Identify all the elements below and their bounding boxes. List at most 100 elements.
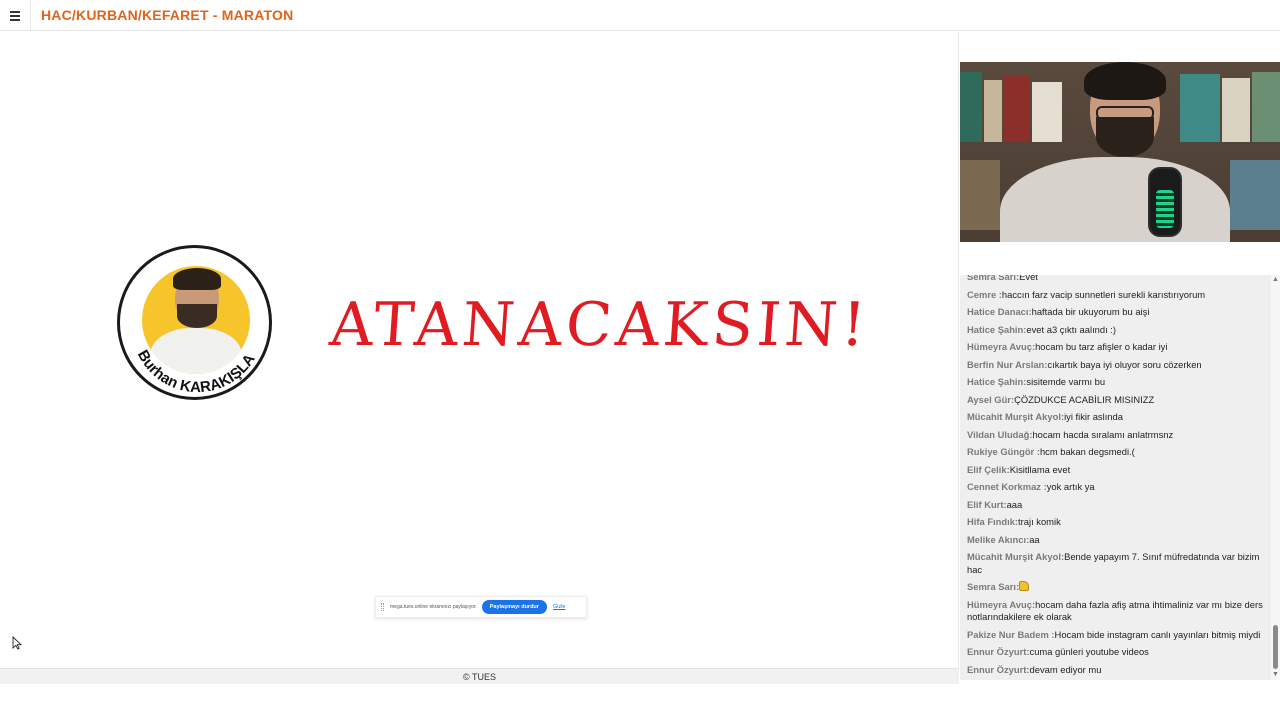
chat-username: Berfin Nur Arslan <box>967 358 1045 370</box>
chat-message: Hümeyra Avuç:hocam bu tarz afişler o kad… <box>960 339 1271 357</box>
chat-message: Vildan Uludağ:hocam hacda sıralamı anlat… <box>960 427 1271 445</box>
screen-share-bar: mega.tues.online ekranınızı paylaşıyor. … <box>375 596 587 618</box>
chat-message: Hatice Şahin:evet a3 çıktı aalındı :) <box>960 322 1271 340</box>
share-message: mega.tues.online ekranınızı paylaşıyor. <box>390 604 477 610</box>
book <box>1230 160 1280 230</box>
chat-message: Mücahit Murşit Akyol:Bende yapayım 7. Sı… <box>960 549 1271 579</box>
chat-username: Hifa Fındık <box>967 516 1015 527</box>
book <box>1252 72 1280 142</box>
chat-message: Cemre :hocam kılıs mısınız <box>960 679 1271 680</box>
menu-line <box>10 18 20 21</box>
chat-username: Ennur Özyurt <box>967 646 1027 657</box>
chat-message: Elif Kurt:aaa <box>960 497 1271 515</box>
chat-text: evet a3 çıktı aalındı :) <box>1026 323 1117 335</box>
chat-scrollbar[interactable]: ▲ ▼ <box>1271 275 1280 680</box>
chat-username: Rukiye Güngör <box>967 446 1037 457</box>
chat-message: Cennet Korkmaz :yok artık ya <box>960 479 1271 497</box>
chat-text: cıkartık baya iyi oluyor soru cözerken <box>1047 358 1202 370</box>
microphone-light <box>1156 190 1174 228</box>
chat-message: Ennur Özyurt:devam ediyor mu <box>960 662 1271 680</box>
chat-username: Hatice Şahin <box>967 376 1024 387</box>
chat-message: Berfin Nur Arslan:cıkartık baya iyi oluy… <box>960 357 1271 375</box>
chat-username: Hümeyra Avuç <box>967 341 1032 352</box>
chat-username: Vildan Uludağ <box>967 428 1030 440</box>
chat-text: haccın farz vacip sunnetleri surekli kar… <box>1001 288 1206 300</box>
chat-text: aaa <box>1006 498 1023 510</box>
chat-message: Hatice Şahin:sisitemde varmı bu <box>960 374 1271 392</box>
shared-screen: Burhan KARAKIŞLA ATANACAKSIN! mega.tues.… <box>0 32 959 668</box>
chat-message: Hifa Fındık:trajı komik <box>960 514 1271 532</box>
chat-text: Kisitllama evet <box>1009 463 1071 475</box>
chat-username: Semra Sarı <box>967 581 1016 592</box>
chat-panel[interactable]: Semra Sarı:Evet Cemre :haccın farz vacip … <box>960 275 1271 680</box>
logo-lettering: Burhan KARAKIŞLA <box>134 347 259 396</box>
chat-username: Hatice Şahin <box>967 323 1024 335</box>
book <box>1032 82 1062 142</box>
chat-text: hcm bakan degsmedi.( <box>1039 446 1135 457</box>
chat-message: Melike Akıncı:aa <box>960 532 1271 550</box>
book <box>960 72 982 142</box>
footer: © TUES <box>0 668 959 684</box>
chat-message-list: Semra Sarı:Evet Cemre :haccın farz vacip … <box>960 275 1271 680</box>
scroll-down-icon[interactable]: ▼ <box>1272 671 1279 678</box>
instructor-webcam <box>960 62 1280 242</box>
scroll-thumb[interactable] <box>1273 625 1278 669</box>
chat-username: Mücahit Murşit Akyol <box>967 551 1061 562</box>
logo-name-text: Burhan KARAKIŞLA <box>134 347 259 396</box>
chat-message: Ennur Özyurt:cuma günleri youtube videos <box>960 644 1271 662</box>
chat-message: Mücahit Murşit Akyol:iyi fikir aslında <box>960 409 1271 427</box>
top-bar: HAC/KURBAN/KEFARET - MARATON <box>0 0 1280 31</box>
instructor-logo: Burhan KARAKIŞLA <box>117 245 272 400</box>
chat-username: Cennet Korkmaz <box>967 481 1044 492</box>
menu-line <box>10 10 20 13</box>
hamburger-menu-icon[interactable] <box>0 0 31 31</box>
person-beard <box>1096 117 1154 157</box>
chat-username: Ennur Özyurt <box>967 663 1027 675</box>
book <box>1222 78 1250 142</box>
stop-sharing-button[interactable]: Paylaşmayı durdur <box>481 600 547 614</box>
chat-text: trajı komik <box>1018 516 1061 527</box>
chat-username: Hümeyra Avuç <box>967 598 1032 610</box>
chat-text: devam ediyor mu <box>1029 663 1102 675</box>
mouse-cursor-icon <box>12 636 22 650</box>
chat-message: Rukiye Güngör :hcm bakan degsmedi.( <box>960 444 1271 462</box>
thumbs-up-icon <box>1019 581 1030 591</box>
chat-message: Aysel Gür:ÇÖZDUKCE ACABİLIR MISINIZZ <box>960 392 1271 410</box>
chat-message: Cemre :haccın farz vacip sunnetleri sure… <box>960 287 1271 305</box>
chat-username: Cemre <box>967 288 999 300</box>
slide-headline: ATANACAKSIN! <box>327 290 872 360</box>
chat-text: hocam hacda sıralamı anlatrmsnz <box>1032 428 1174 440</box>
drag-handle-icon[interactable] <box>381 603 384 611</box>
chat-username: Hatice Danacı <box>967 306 1029 317</box>
chat-text: aa <box>1029 533 1040 545</box>
chat-username: Elif Çelik <box>967 463 1007 475</box>
hide-link[interactable]: Gizle <box>553 604 566 610</box>
chat-text: Evet <box>1019 275 1038 282</box>
book <box>960 160 1000 230</box>
chat-username: Pakize Nur Badem <box>967 628 1052 640</box>
chat-message: Elif Çelik:Kisitllama evet <box>960 462 1271 480</box>
chat-username: Aysel Gür <box>967 393 1011 405</box>
chat-text: sisitemde varmı bu <box>1026 376 1106 387</box>
chat-text: cuma günleri youtube videos <box>1029 646 1149 657</box>
chat-text: ÇÖZDUKCE ACABİLIR MISINIZZ <box>1014 393 1155 405</box>
person-glasses <box>1096 106 1154 120</box>
scroll-up-icon[interactable]: ▲ <box>1272 276 1279 283</box>
chat-username: Elif Kurt <box>967 498 1004 510</box>
chat-text: haftada bir ukuyorum bu aişi <box>1031 306 1150 317</box>
chat-text: Hocam bide instagram canlı yayınları bit… <box>1054 628 1261 640</box>
book <box>984 80 1002 142</box>
menu-line <box>10 14 20 17</box>
chat-text: yok artık ya <box>1046 481 1095 492</box>
chat-message: Hümeyra Avuç:hocam daha fazla afiş atma … <box>960 597 1271 627</box>
chat-text: hocam bu tarz afişler o kadar iyi <box>1035 341 1168 352</box>
book <box>1180 74 1220 142</box>
chat-username: Semra Sarı <box>967 275 1016 282</box>
chat-message: Hatice Danacı:haftada bir ukuyorum bu ai… <box>960 304 1271 322</box>
book <box>1004 76 1030 142</box>
chat-username: Melike Akıncı <box>967 533 1027 545</box>
chat-message: Pakize Nur Badem :Hocam bide instagram c… <box>960 627 1271 645</box>
person-hair <box>1084 62 1166 100</box>
chat-text: iyi fikir aslında <box>1064 411 1123 422</box>
chat-username: Mücahit Murşit Akyol <box>967 411 1061 422</box>
